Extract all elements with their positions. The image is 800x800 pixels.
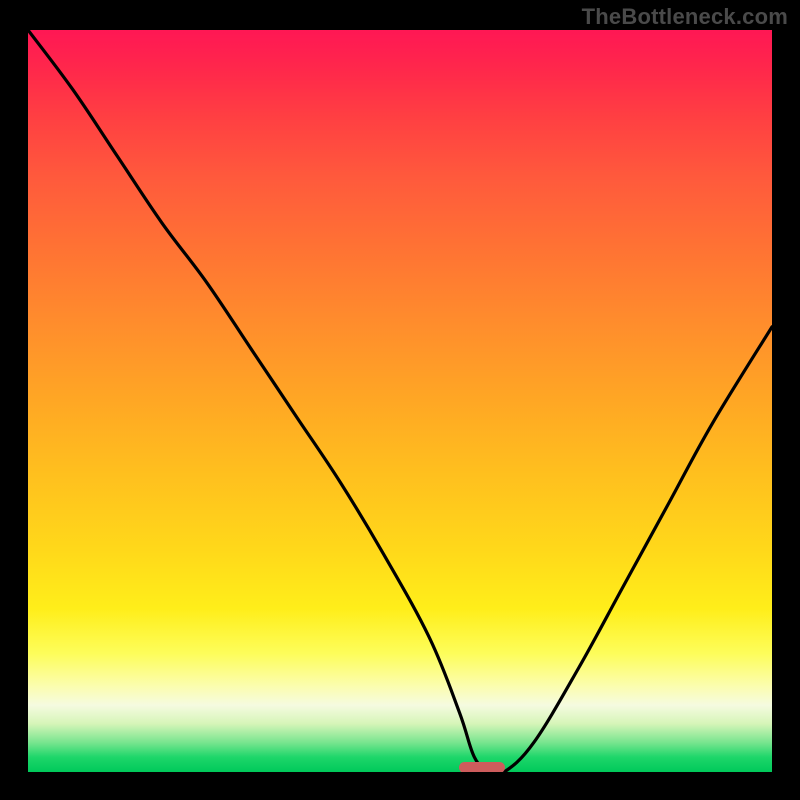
chart-frame: TheBottleneck.com xyxy=(0,0,800,800)
plot-area xyxy=(28,30,772,772)
bottleneck-curve xyxy=(28,30,772,772)
attribution-watermark: TheBottleneck.com xyxy=(582,4,788,30)
optimal-marker xyxy=(459,762,505,772)
curve-path xyxy=(28,30,772,772)
